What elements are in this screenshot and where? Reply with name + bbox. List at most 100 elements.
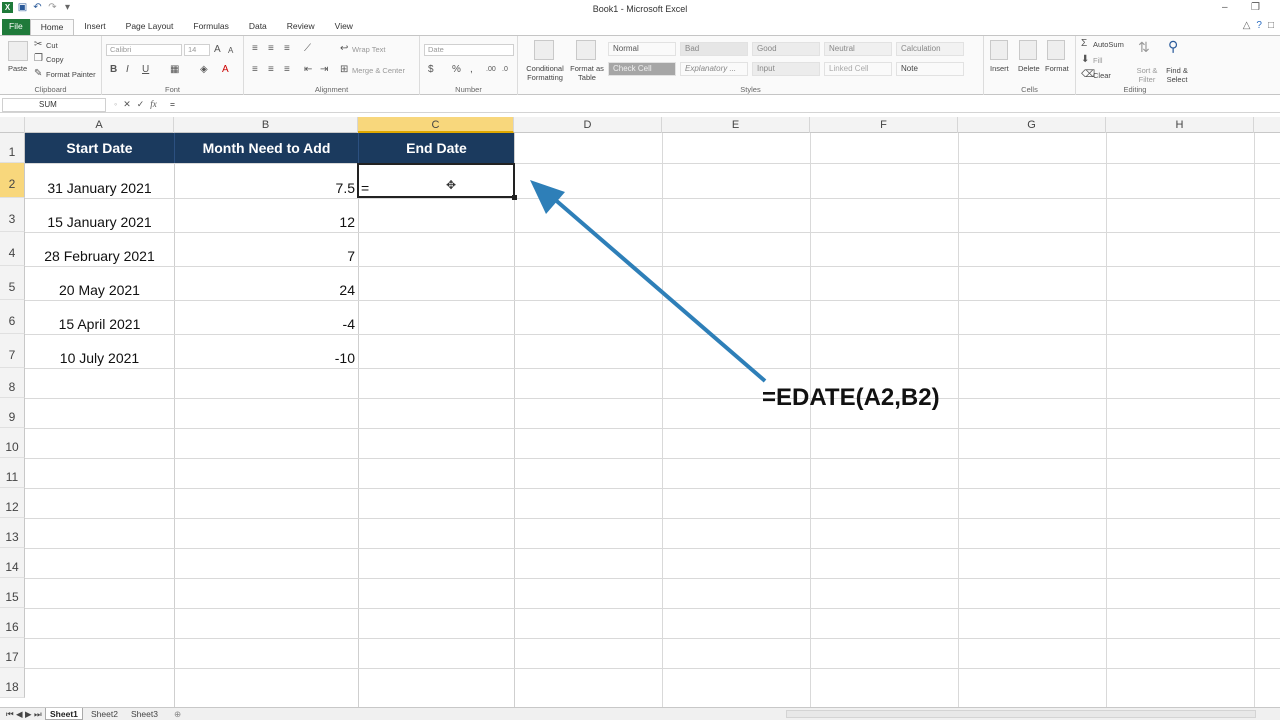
comma-style-icon[interactable]: ,: [470, 65, 473, 75]
active-cell-c2[interactable]: [357, 163, 515, 198]
style-check-cell[interactable]: Check Cell: [608, 62, 676, 76]
months-cell[interactable]: -4: [174, 300, 358, 334]
months-cell[interactable]: 7.5: [174, 163, 358, 198]
tab-file[interactable]: File: [2, 19, 30, 35]
header-month-need-to-add[interactable]: Month Need to Add: [174, 133, 358, 163]
font-name-combo[interactable]: Calibri: [106, 44, 182, 56]
tab-review[interactable]: Review: [277, 19, 325, 35]
conditional-formatting-button[interactable]: Conditional Formatting: [520, 64, 570, 82]
row-header[interactable]: 13: [0, 518, 25, 548]
style-linked-cell[interactable]: Linked Cell: [824, 62, 892, 76]
autosum-button[interactable]: AutoSum: [1093, 40, 1124, 49]
font-color-icon[interactable]: A: [222, 65, 229, 75]
fill-handle[interactable]: [512, 195, 517, 200]
find-select-button[interactable]: Find & Select: [1162, 66, 1192, 84]
tab-page-layout[interactable]: Page Layout: [116, 19, 184, 35]
start-date-cell[interactable]: 15 January 2021: [25, 198, 174, 232]
cancel-entry-icon[interactable]: ✕: [123, 99, 131, 110]
header-start-date[interactable]: Start Date: [25, 133, 174, 163]
tab-home[interactable]: Home: [29, 19, 75, 35]
sheet-tab-1[interactable]: Sheet1: [45, 708, 83, 720]
font-size-combo[interactable]: 14: [184, 44, 210, 56]
insert-function-icon[interactable]: fx: [150, 99, 157, 110]
name-box[interactable]: SUM: [2, 98, 106, 112]
ribbon-minimize-icon[interactable]: △: [1243, 20, 1251, 31]
column-header-i[interactable]: [1254, 117, 1280, 133]
orientation-icon[interactable]: ⟋: [304, 44, 311, 54]
column-header-e[interactable]: E: [662, 117, 810, 133]
row-header[interactable]: 14: [0, 548, 25, 578]
row-header[interactable]: 15: [0, 578, 25, 608]
row-header[interactable]: 9: [0, 398, 25, 428]
cut-button[interactable]: Cut: [46, 41, 58, 50]
align-left-icon[interactable]: ≡: [252, 65, 258, 75]
bold-icon[interactable]: B: [110, 65, 117, 75]
merge-center-button[interactable]: Merge & Center: [352, 66, 405, 75]
align-middle-icon[interactable]: ≡: [268, 44, 274, 54]
row-header[interactable]: 6: [0, 300, 25, 334]
fill-color-icon[interactable]: ◈: [200, 65, 208, 75]
months-cell[interactable]: 24: [174, 266, 358, 300]
enter-entry-icon[interactable]: ✓: [137, 99, 145, 110]
header-end-date[interactable]: End Date: [358, 133, 514, 163]
style-calculation[interactable]: Calculation: [896, 42, 964, 56]
delete-cells-button[interactable]: Delete: [1018, 64, 1040, 73]
row-header[interactable]: 10: [0, 428, 25, 458]
decrease-indent-icon[interactable]: ⇤: [304, 65, 312, 75]
insert-cells-button[interactable]: Insert: [990, 64, 1009, 73]
sort-filter-button[interactable]: Sort & Filter: [1134, 66, 1160, 84]
increase-indent-icon[interactable]: ⇥: [320, 65, 328, 75]
copy-button[interactable]: Copy: [46, 55, 64, 64]
grow-font-icon[interactable]: A: [214, 45, 221, 55]
row-header[interactable]: 17: [0, 638, 25, 668]
row-header[interactable]: 4: [0, 232, 25, 266]
sheet-tab-3[interactable]: Sheet3: [127, 708, 162, 720]
select-all-corner[interactable]: [0, 117, 25, 133]
insert-sheet-icon[interactable]: ⊕: [170, 708, 185, 720]
align-right-icon[interactable]: ≡: [284, 65, 290, 75]
start-date-cell[interactable]: 31 January 2021: [25, 163, 174, 198]
column-header-b[interactable]: B: [174, 117, 358, 133]
months-cell[interactable]: -10: [174, 334, 358, 368]
column-header-d[interactable]: D: [514, 117, 662, 133]
percent-icon[interactable]: %: [452, 65, 461, 75]
column-header-h[interactable]: H: [1106, 117, 1254, 133]
window-close-icon[interactable]: □: [1268, 20, 1274, 31]
align-center-icon[interactable]: ≡: [268, 65, 274, 75]
row-header[interactable]: 12: [0, 488, 25, 518]
borders-icon[interactable]: ▦: [170, 65, 179, 75]
row-header[interactable]: 5: [0, 266, 25, 300]
accounting-format-icon[interactable]: $: [428, 65, 434, 75]
column-header-c[interactable]: C: [358, 117, 514, 133]
style-good[interactable]: Good: [752, 42, 820, 56]
sheet-tab-2[interactable]: Sheet2: [87, 708, 122, 720]
clear-button[interactable]: Clear: [1093, 71, 1111, 80]
row-header[interactable]: 7: [0, 334, 25, 368]
formula-bar-options-icon[interactable]: ◦: [114, 99, 117, 110]
horizontal-scrollbar[interactable]: [786, 710, 1256, 718]
months-cell[interactable]: 12: [174, 198, 358, 232]
end-date-cell[interactable]: [358, 198, 514, 232]
paste-icon[interactable]: [8, 41, 28, 61]
tab-insert[interactable]: Insert: [74, 19, 115, 35]
row-header[interactable]: 11: [0, 458, 25, 488]
formula-input[interactable]: =: [170, 98, 1276, 112]
row-header[interactable]: 3: [0, 198, 25, 232]
column-header-f[interactable]: F: [810, 117, 958, 133]
restore-icon[interactable]: ❐: [1251, 2, 1260, 13]
shrink-font-icon[interactable]: A: [228, 46, 233, 56]
format-cells-button[interactable]: Format: [1045, 64, 1069, 73]
underline-icon[interactable]: U: [142, 65, 149, 75]
paste-button[interactable]: Paste: [8, 64, 27, 73]
minimize-icon[interactable]: –: [1222, 2, 1228, 13]
column-header-a[interactable]: A: [25, 117, 174, 133]
row-header[interactable]: 8: [0, 368, 25, 398]
style-bad[interactable]: Bad: [680, 42, 748, 56]
tab-formulas[interactable]: Formulas: [183, 19, 238, 35]
increase-decimal-icon[interactable]: .00: [486, 65, 496, 75]
start-date-cell[interactable]: 15 April 2021: [25, 300, 174, 334]
format-as-table-button[interactable]: Format as Table: [568, 64, 606, 82]
end-date-cell[interactable]: [358, 300, 514, 334]
column-header-g[interactable]: G: [958, 117, 1106, 133]
format-painter-button[interactable]: Format Painter: [46, 70, 96, 79]
